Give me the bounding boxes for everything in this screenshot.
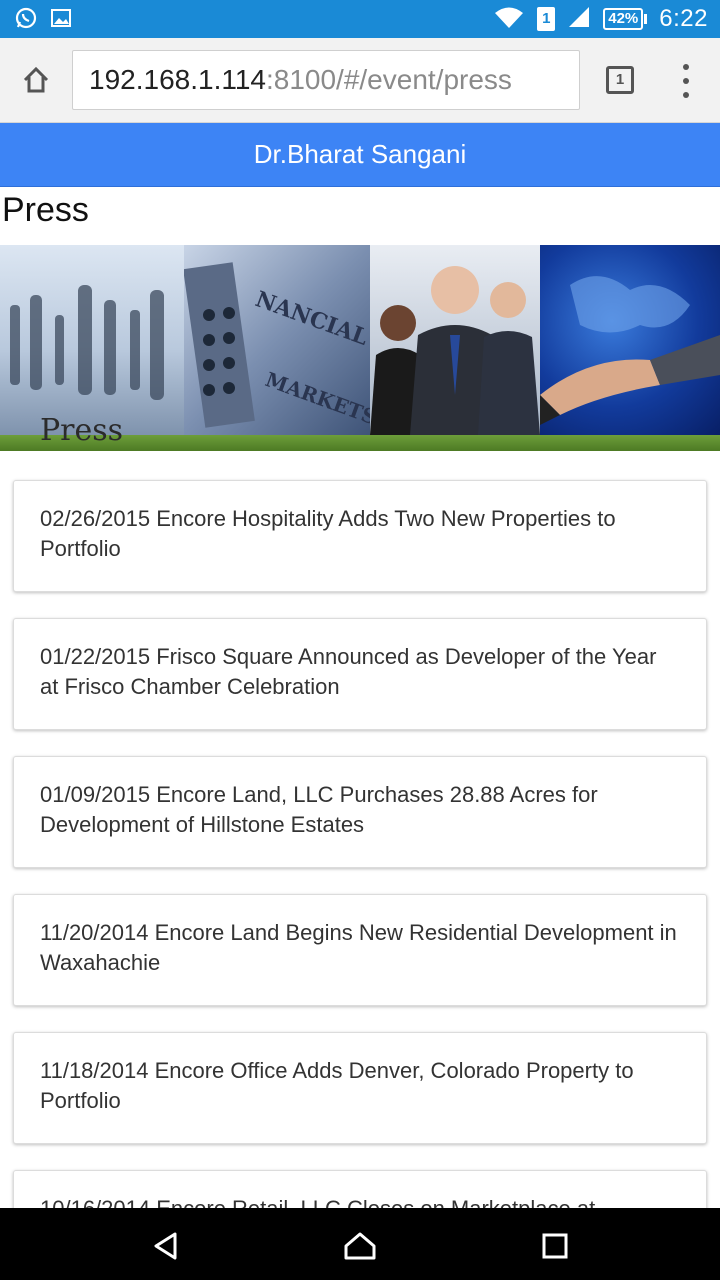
clock: 6:22 [659,5,708,32]
nav-recents-button[interactable] [535,1226,575,1266]
press-list: 02/26/2015 Encore Hospitality Adds Two N… [13,480,707,1280]
browser-home-button[interactable] [16,60,56,100]
banner-panel-handshake-globe [540,245,720,435]
press-item[interactable]: 02/26/2015 Encore Hospitality Adds Two N… [13,480,707,592]
sim-slot-badge: 1 [537,7,556,31]
svg-text:MARKETS: MARKETS [262,367,370,429]
nav-home-button[interactable] [340,1226,380,1266]
back-icon [154,1232,177,1260]
status-bar: 1 42% 6:22 [0,0,720,38]
press-item[interactable]: 11/20/2014 Encore Land Begins New Reside… [13,894,707,1006]
signal-icon [567,5,591,34]
whatsapp-icon [14,6,38,35]
home-icon [344,1232,376,1260]
banner-panel-business-people [370,245,540,435]
press-item[interactable]: 01/09/2015 Encore Land, LLC Purchases 28… [13,756,707,868]
battery-level: 42% [603,8,644,30]
image-icon [50,7,72,34]
app-title: Dr.Bharat Sangani [253,139,467,169]
address-bar[interactable]: 192.168.1.114:8100/#/event/press [72,50,580,110]
tab-switcher-button[interactable]: 1 [606,66,634,94]
android-nav-bar [0,1208,720,1280]
url-path: :8100/#/event/press [265,64,512,95]
press-item[interactable]: 01/22/2015 Frisco Square Announced as De… [13,618,707,730]
press-item[interactable]: 11/18/2014 Encore Office Adds Denver, Co… [13,1032,707,1144]
app-header: Dr.Bharat Sangani [0,123,720,187]
nav-back-button[interactable] [146,1226,186,1266]
url-host: 192.168.1.114 [89,64,266,95]
page-title: Press [2,191,89,229]
press-banner-image: NANCIAL MARKETS Press [0,245,720,451]
browser-menu-button[interactable] [676,64,696,98]
banner-panel-commuters [0,245,184,435]
recents-icon [542,1233,568,1259]
wifi-icon [493,4,525,35]
browser-toolbar: 192.168.1.114:8100/#/event/press 1 [0,38,720,123]
svg-text:NANCIAL: NANCIAL [252,286,370,351]
battery-icon: 42% [603,8,648,30]
banner-panel-financial: NANCIAL MARKETS [183,245,380,435]
banner-label: Press [40,413,124,448]
home-icon [23,66,49,93]
